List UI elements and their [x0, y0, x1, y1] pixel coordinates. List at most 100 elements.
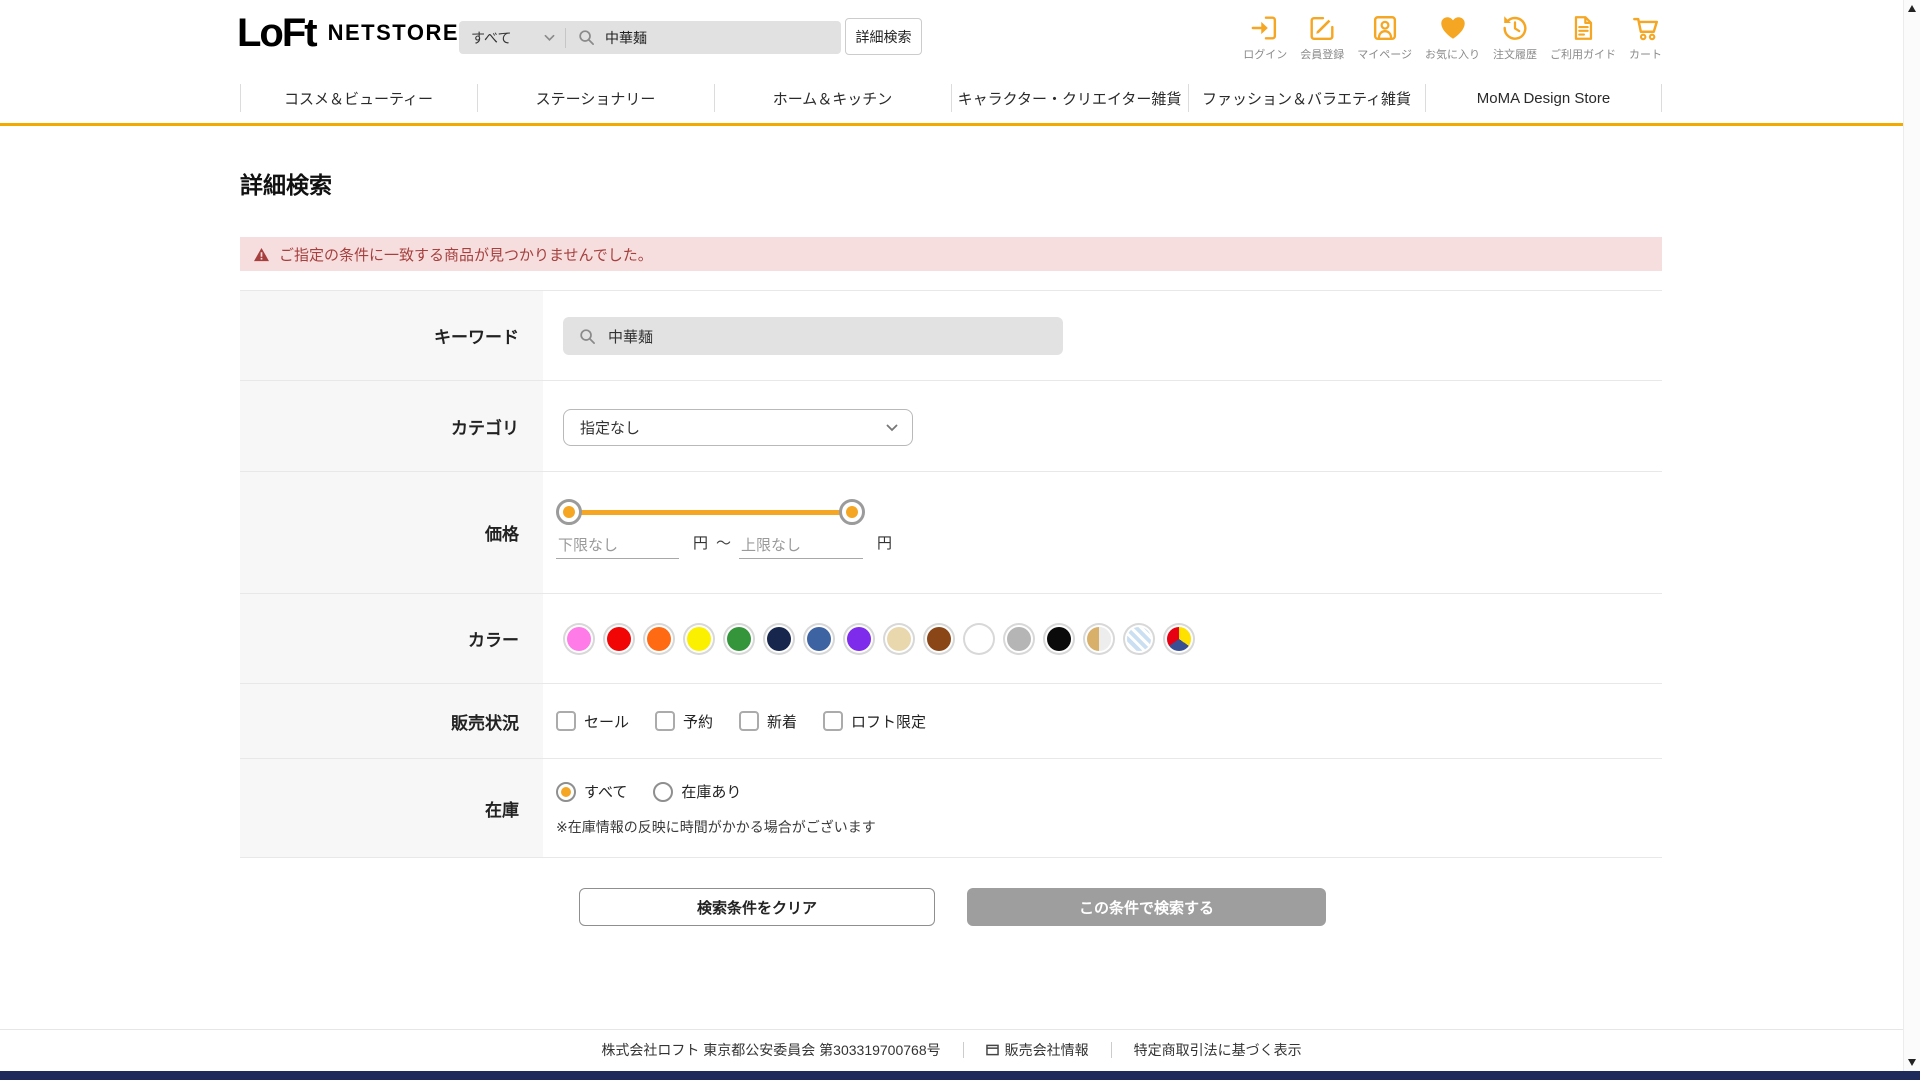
nav-item-character-creator[interactable]: キャラクター・クリエイター雑貨: [951, 73, 1188, 123]
yen-unit-label: 円: [693, 535, 709, 552]
checkbox-loft-exclusive[interactable]: ロフト限定: [823, 711, 926, 732]
category-label: カテゴリ: [240, 381, 543, 471]
color-swatch-blue[interactable]: [807, 626, 831, 651]
advanced-search-button[interactable]: 詳細検索: [845, 18, 922, 55]
quick-link-mypage[interactable]: マイページ: [1357, 12, 1412, 62]
favorites-heart-icon: [1437, 12, 1469, 44]
color-swatch-green[interactable]: [727, 626, 751, 651]
header-search-input[interactable]: [595, 29, 841, 46]
quick-link-login[interactable]: ログイン: [1243, 12, 1287, 62]
radio-circle: [556, 781, 576, 802]
keyword-input[interactable]: [596, 327, 1063, 345]
quick-link-label: マイページ: [1357, 49, 1412, 61]
color-swatch-multicolor[interactable]: [1167, 626, 1191, 651]
nav-item-stationery[interactable]: ステーショナリー: [477, 73, 714, 123]
color-swatch-gray[interactable]: [1007, 626, 1031, 651]
history-clock-icon: [1499, 12, 1531, 44]
nav-item-home-kitchen[interactable]: ホーム＆キッチン: [714, 73, 951, 123]
color-swatch-brown[interactable]: [927, 626, 951, 651]
checkbox-reservation[interactable]: 予約: [655, 711, 713, 732]
category-select[interactable]: 指定なし: [563, 409, 913, 446]
search-icon: [580, 328, 595, 344]
quick-link-label: ご利用ガイド: [1550, 49, 1616, 61]
radio-in-stock[interactable]: 在庫あり: [653, 781, 741, 802]
clear-conditions-button[interactable]: 検索条件をクリア: [579, 888, 935, 926]
stock-note: ※在庫情報の反映に時間がかかる場合がございます: [556, 819, 876, 835]
keyword-label: キーワード: [240, 291, 543, 380]
search-with-conditions-button[interactable]: この条件で検索する: [967, 888, 1326, 926]
site-header: LoFt NETSTORE すべて 詳細検索 ログイン 会員登録: [0, 0, 1920, 73]
brand-accent-line: [0, 123, 1920, 126]
cart-icon: [1630, 12, 1662, 44]
price-slider-track[interactable]: [569, 510, 852, 515]
color-swatch-beige[interactable]: [887, 626, 911, 651]
footer-company-text: 株式会社ロフト 東京都公安委員会 第303319700768号: [601, 1042, 941, 1058]
quick-link-label: 注文履歴: [1493, 49, 1537, 61]
color-swatch-row: [567, 594, 1191, 683]
header-quick-links: ログイン 会員登録 マイページ お気に入り 注文履歴 ご利用ガイド カート: [1243, 12, 1662, 62]
footer-separator: [962, 1042, 964, 1058]
quick-link-label: お気に入り: [1425, 49, 1480, 61]
color-swatch-pink[interactable]: [567, 626, 591, 651]
price-slider-min-handle[interactable]: [556, 499, 582, 525]
scroll-up-arrow-icon[interactable]: [1908, 5, 1916, 12]
footer-link-commercial-law[interactable]: 特定商取引法に基づく表示: [1134, 1040, 1302, 1060]
color-swatch-white[interactable]: [967, 626, 991, 651]
search-icon: [578, 29, 595, 46]
search-category-select[interactable]: すべて: [459, 21, 565, 54]
checkbox-sale[interactable]: セール: [556, 711, 629, 732]
category-selected-value: 指定なし: [580, 420, 641, 437]
warning-icon: [254, 247, 269, 261]
quick-link-order-history[interactable]: 注文履歴: [1493, 12, 1537, 62]
price-label: 価格: [240, 472, 543, 593]
register-icon: [1306, 12, 1338, 44]
price-max-input[interactable]: [739, 533, 864, 559]
quick-link-favorites[interactable]: お気に入り: [1425, 12, 1480, 62]
scroll-down-arrow-icon[interactable]: [1908, 1059, 1916, 1066]
quick-link-guide[interactable]: ご利用ガイド: [1550, 12, 1616, 62]
quick-link-label: ログイン: [1243, 49, 1288, 61]
site-logo[interactable]: LoFt NETSTORE: [237, 13, 459, 53]
search-divider: [565, 27, 566, 48]
nav-item-cosme-beauty[interactable]: コスメ＆ビューティー: [240, 73, 477, 123]
nav-item-fashion-variety[interactable]: ファッション＆バラエティ雑貨: [1188, 73, 1425, 123]
nav-item-moma[interactable]: MoMA Design Store: [1425, 73, 1662, 123]
logo-store-text: NETSTORE: [327, 20, 460, 45]
search-category-value: すべて: [471, 29, 512, 46]
color-swatch-orange[interactable]: [647, 626, 671, 651]
header-search-bar: すべて: [459, 21, 841, 54]
price-min-input[interactable]: [556, 533, 679, 559]
price-inputs: 円 ～ 円: [556, 532, 900, 559]
radio-all[interactable]: すべて: [556, 781, 627, 802]
color-swatch-yellow[interactable]: [687, 626, 711, 651]
stock-label: 在庫: [240, 759, 543, 857]
color-label: カラー: [240, 594, 543, 683]
color-swatch-gold-silver[interactable]: [1087, 626, 1111, 651]
form-row-keyword: キーワード: [240, 290, 1662, 380]
footer-divider: [0, 1029, 1920, 1030]
window-icon: [985, 1044, 999, 1056]
color-swatch-purple[interactable]: [847, 626, 871, 651]
price-slider-max-handle[interactable]: [839, 499, 865, 525]
main-nav: コスメ＆ビューティー ステーショナリー ホーム＆キッチン キャラクター・クリエイ…: [240, 73, 1662, 123]
stock-options: すべて 在庫あり: [556, 781, 741, 802]
footer-separator: [1110, 1042, 1112, 1058]
keyword-input-box: [563, 317, 1063, 355]
quick-link-register[interactable]: 会員登録: [1300, 12, 1344, 62]
search-conditions-form: キーワード カテゴリ 指定なし 価格 円 ～: [240, 290, 1662, 858]
no-results-message: ご指定の条件に一致する商品が見つかりませんでした。: [279, 246, 653, 264]
quick-link-cart[interactable]: カート: [1629, 12, 1662, 62]
footer-link-sales-company[interactable]: 販売会社情報: [985, 1040, 1089, 1060]
color-swatch-black[interactable]: [1047, 626, 1071, 651]
bottom-navy-bar: [0, 1071, 1920, 1080]
checkbox-box: [823, 711, 844, 731]
color-swatch-navy[interactable]: [767, 626, 791, 651]
vertical-scrollbar[interactable]: [1903, 0, 1920, 1071]
page-title: 詳細検索: [240, 172, 332, 198]
color-swatch-red[interactable]: [607, 626, 631, 651]
quick-link-label: カート: [1629, 49, 1662, 61]
range-tilde: ～: [716, 535, 732, 552]
checkbox-new-arrival[interactable]: 新着: [739, 711, 797, 732]
color-swatch-clear[interactable]: [1127, 626, 1151, 651]
yen-unit-label: 円: [877, 535, 893, 552]
